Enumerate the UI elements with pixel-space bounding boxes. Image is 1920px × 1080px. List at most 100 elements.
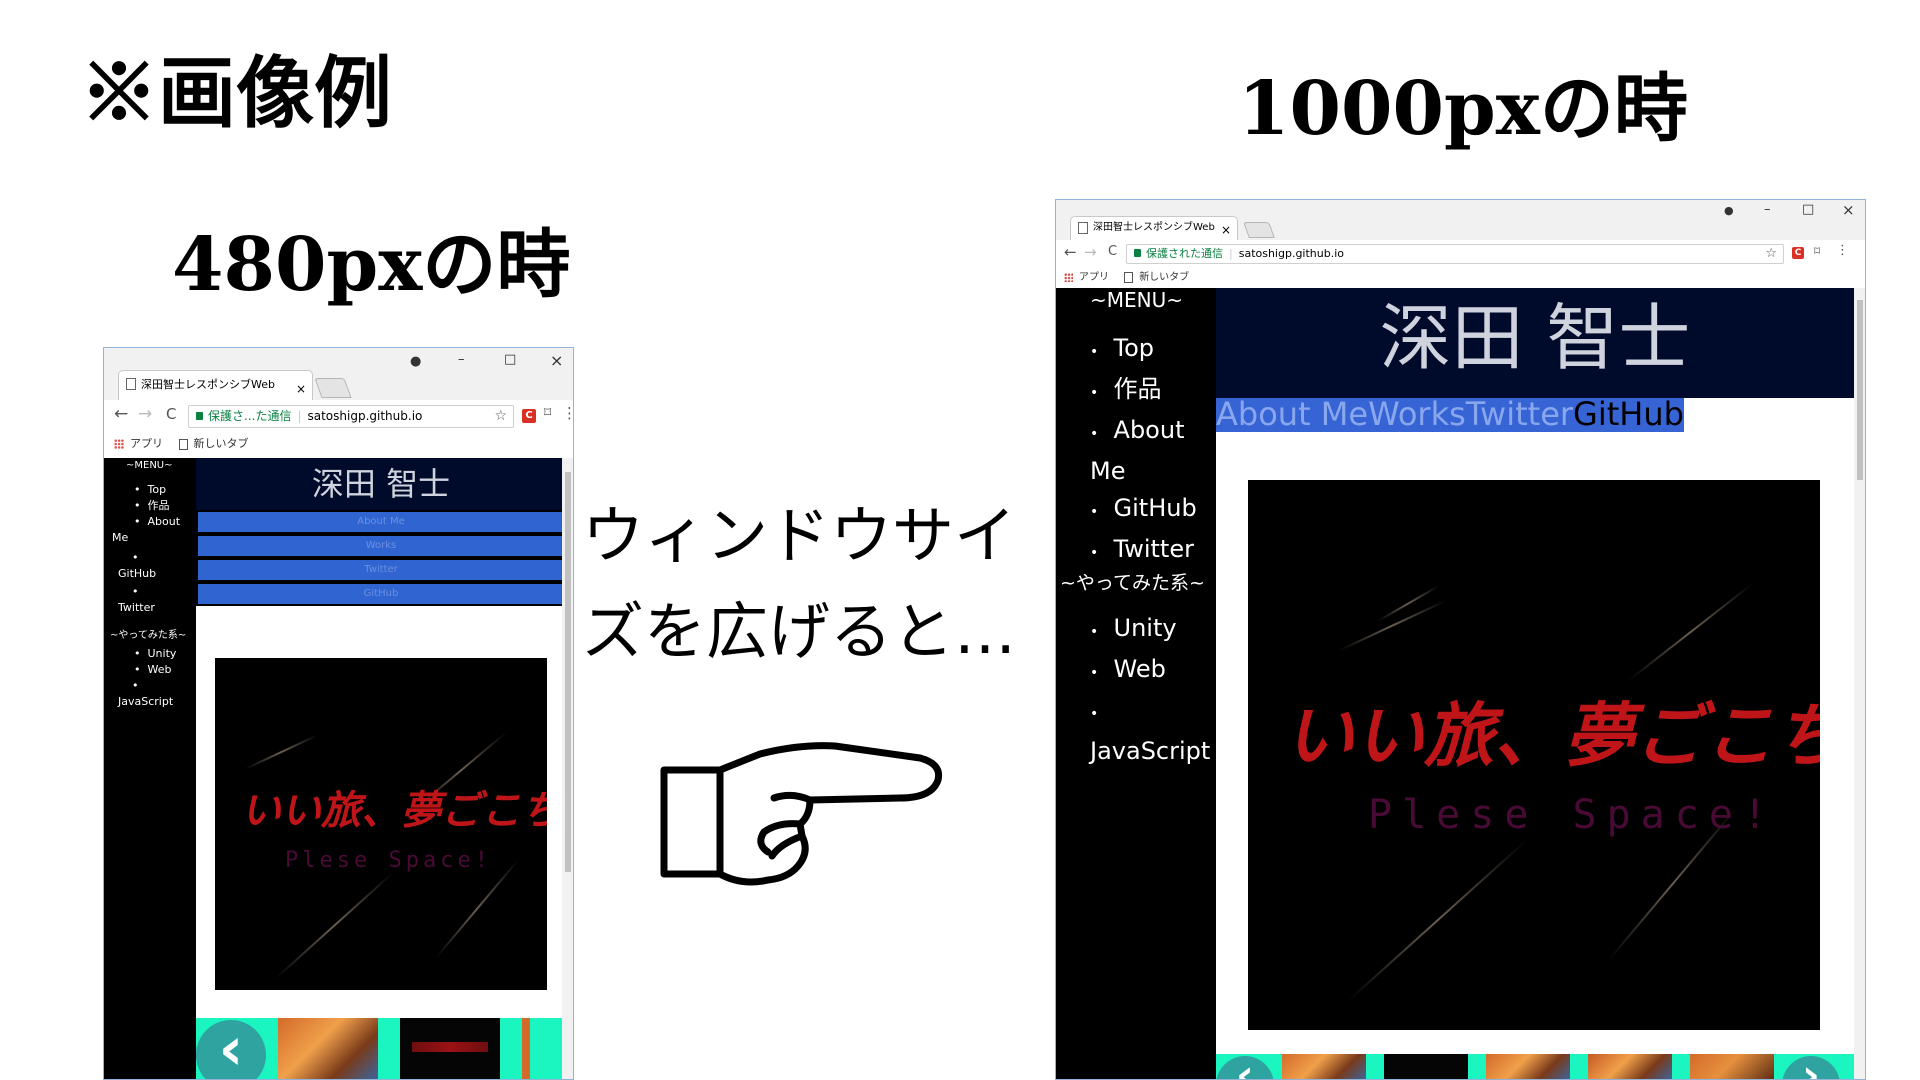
- tab-site[interactable]: 深田智士レスポンシブWeb ×: [118, 370, 313, 400]
- nav-button-github[interactable]: GitHub: [196, 582, 566, 606]
- tried-item-javascript[interactable]: • JavaScript: [1090, 692, 1216, 770]
- tried-heading: ~やってみた系~: [1060, 572, 1205, 594]
- page-icon: [1078, 222, 1088, 234]
- game-subtitle: Plese Space!: [285, 848, 492, 873]
- menu-list: • Top • 作品 • About Me • GitHub • Twitter: [1090, 330, 1216, 572]
- cast-icon[interactable]: ⌑: [1814, 244, 1820, 258]
- tab-site[interactable]: 深田智士レスポンシブWeb ×: [1070, 216, 1238, 240]
- extension-icon[interactable]: C: [522, 409, 536, 423]
- cast-icon[interactable]: ⌑: [544, 405, 551, 421]
- bookmarks-bar: アプリ 新しいタブ: [1056, 268, 1865, 288]
- game-title: いい旅、夢ごこち: [241, 787, 547, 834]
- tried-item-javascript[interactable]: • JavaScript: [118, 678, 204, 710]
- slide-caption: ウィンドウサイ ズを広げると…: [582, 488, 1016, 680]
- menu-item-github[interactable]: • GitHub: [1090, 490, 1216, 531]
- account-icon[interactable]: ●: [1724, 204, 1734, 217]
- slide-title-example: ※画像例: [80, 48, 393, 139]
- carousel-next-button[interactable]: ›: [1782, 1054, 1840, 1079]
- close-window-icon[interactable]: ×: [1842, 201, 1855, 219]
- carousel-thumb-2[interactable]: [400, 1018, 500, 1079]
- maximize-icon[interactable]: □: [1802, 202, 1814, 217]
- tab-strip: 深田智士レスポンシブWeb × ● – □ ×: [1056, 200, 1865, 241]
- page-icon: [178, 438, 188, 450]
- forward-icon[interactable]: →: [138, 404, 152, 424]
- address-bar[interactable]: 保護された通信 | satoshigp.github.io ☆: [1126, 244, 1784, 264]
- nav-button-twitter[interactable]: Twitter: [196, 558, 566, 582]
- tab-close-icon[interactable]: ×: [1221, 219, 1231, 240]
- tried-list: • Unity • Web • JavaScript: [118, 646, 204, 710]
- game-screenshot: いい旅、夢ごこち Plese Space!: [1248, 480, 1820, 1030]
- scrollbar-thumb[interactable]: [1857, 300, 1863, 480]
- menu-item-about[interactable]: • About Me: [1090, 412, 1216, 490]
- nav-link-twitter[interactable]: Twitter: [1466, 395, 1573, 433]
- carousel-prev-button[interactable]: ‹: [1216, 1054, 1274, 1079]
- apps-bookmark[interactable]: アプリ: [114, 437, 163, 450]
- minimize-icon[interactable]: –: [458, 352, 465, 367]
- menu-item-github[interactable]: • GitHub: [118, 550, 194, 582]
- scrollbar-track[interactable]: [562, 458, 573, 1079]
- carousel-thumb-3[interactable]: [522, 1018, 530, 1079]
- url-text: satoshigp.github.io: [307, 409, 423, 423]
- carousel-thumb-2[interactable]: [1384, 1054, 1468, 1079]
- carousel-thumb-1[interactable]: [278, 1018, 378, 1079]
- extension-icon[interactable]: C: [1792, 247, 1804, 259]
- address-bar[interactable]: 保護さ...た通信 | satoshigp.github.io ☆: [188, 405, 514, 428]
- page-icon: [1124, 271, 1134, 283]
- nav-button-about[interactable]: About Me: [196, 510, 566, 534]
- pointing-hand-icon: [660, 742, 943, 886]
- menu-item-top[interactable]: • Top: [1090, 330, 1216, 371]
- reload-icon[interactable]: C: [166, 405, 176, 423]
- back-icon[interactable]: ←: [114, 404, 128, 424]
- new-tab-button[interactable]: [1243, 222, 1275, 238]
- nav-links-row: About MeWorksTwitterGitHub: [1216, 398, 1684, 432]
- menu-item-twitter[interactable]: • Twitter: [1090, 531, 1216, 572]
- scrollbar-thumb[interactable]: [565, 472, 571, 872]
- nav-link-about[interactable]: About Me: [1216, 395, 1368, 433]
- forward-icon[interactable]: →: [1084, 243, 1097, 261]
- nav-link-github[interactable]: GitHub: [1573, 395, 1684, 433]
- nav-link-works[interactable]: Works: [1368, 395, 1466, 433]
- tried-item-unity[interactable]: • Unity: [134, 646, 204, 662]
- back-icon[interactable]: ←: [1064, 243, 1077, 261]
- page-icon: [126, 378, 136, 390]
- carousel-prev-button[interactable]: ‹: [196, 1019, 266, 1079]
- game-screenshot: いい旅、夢ごこち Plese Space!: [215, 658, 547, 990]
- tried-item-web[interactable]: • Web: [134, 662, 204, 678]
- tab-close-icon[interactable]: ×: [296, 375, 306, 400]
- carousel-thumb-1[interactable]: [1282, 1054, 1366, 1079]
- new-tab-button[interactable]: [314, 378, 352, 398]
- maximize-icon[interactable]: □: [504, 352, 516, 367]
- game-title: いい旅、夢ごこち: [1284, 694, 1820, 777]
- menu-more-icon[interactable]: ⋮: [1836, 243, 1849, 258]
- nav-button-works[interactable]: Works: [196, 534, 566, 558]
- apps-grid-icon: [114, 439, 124, 449]
- close-window-icon[interactable]: ×: [550, 351, 563, 370]
- secure-label: 保護さ...た通信: [208, 409, 292, 423]
- menu-item-works[interactable]: • 作品: [1090, 371, 1216, 412]
- menu-item-top[interactable]: • Top: [134, 482, 194, 498]
- menu-item-twitter[interactable]: • Twitter: [118, 584, 194, 616]
- reload-icon[interactable]: C: [1108, 244, 1117, 259]
- menu-item-works[interactable]: • 作品: [134, 498, 194, 514]
- menu-heading: ~MENU~: [126, 460, 173, 471]
- minimize-icon[interactable]: –: [1764, 202, 1771, 217]
- bookmark-star-icon[interactable]: ☆: [1765, 245, 1777, 263]
- toolbar: ← → C 保護さ...た通信 | satoshigp.github.io ☆ C …: [104, 400, 573, 432]
- apps-bookmark[interactable]: アプリ: [1064, 272, 1109, 283]
- menu-more-icon[interactable]: ⋮: [562, 404, 573, 422]
- tried-item-unity[interactable]: • Unity: [1090, 610, 1216, 651]
- bookmark-star-icon[interactable]: ☆: [494, 406, 507, 427]
- sidebar-menu: ~MENU~ • Top • 作品 • About Me • GitHub • …: [1056, 288, 1216, 1079]
- carousel-thumb-4[interactable]: [1588, 1054, 1672, 1079]
- scrollbar-track[interactable]: [1854, 288, 1865, 1079]
- image-carousel: ‹ ›: [1216, 1054, 1854, 1079]
- menu-item-about[interactable]: • About Me: [112, 514, 194, 546]
- account-icon[interactable]: ●: [410, 354, 421, 369]
- newtab-bookmark[interactable]: 新しいタブ: [1112, 271, 1189, 283]
- web-page: ~MENU~ • Top • 作品 • About Me • GitHub • Tw…: [104, 458, 566, 1079]
- carousel-thumb-3[interactable]: [1486, 1054, 1570, 1079]
- tab-strip: 深田智士レスポンシブWeb × ● – □ ×: [104, 348, 573, 401]
- tried-item-web[interactable]: • Web: [1090, 651, 1216, 692]
- carousel-thumb-5[interactable]: [1690, 1054, 1774, 1079]
- newtab-bookmark[interactable]: 新しいタブ: [167, 437, 249, 450]
